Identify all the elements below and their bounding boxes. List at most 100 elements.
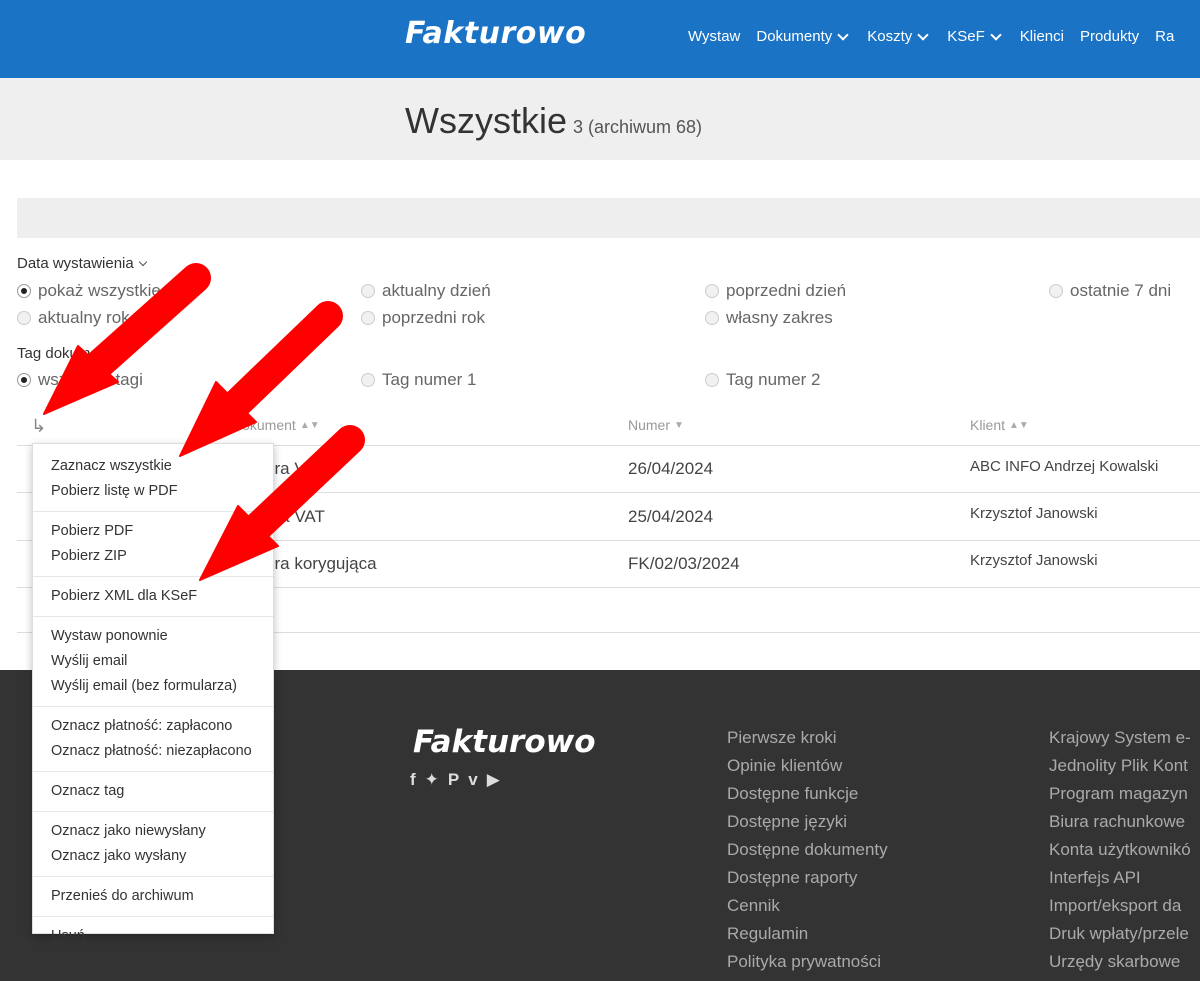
nav-label: Ra [1155,28,1175,45]
footer-link[interactable]: Polityka prywatności [727,952,888,980]
footer-link[interactable]: Dostępne języki [727,812,888,840]
menu-mark-unsent[interactable]: Oznacz jako niewysłany [33,819,273,844]
radio-dot [17,373,31,387]
pinterest-icon[interactable]: P [448,770,459,790]
top-navbar: Fakturowo Wystaw Dokumenty Koszty KSeF K… [0,0,1200,78]
page-title-text: Wszystkie [405,100,567,141]
menu-mark-unpaid[interactable]: Oznacz płatność: niezapłacono [33,739,273,764]
column-label: Klient [970,417,1006,433]
radio-custom-range[interactable]: własny zakres [705,308,833,328]
logo[interactable]: Fakturowo [405,16,586,51]
column-label: Dokument [232,417,296,433]
column-header-document[interactable]: Dokument ▲▼ [232,417,320,433]
footer-link[interactable]: Import/eksport da [1049,896,1191,924]
footer-link[interactable]: Krajowy System e- [1049,728,1191,756]
vimeo-icon[interactable]: v [468,770,477,790]
cell-number[interactable]: 26/04/2024 [628,459,713,479]
menu-download-ksef-xml[interactable]: Pobierz XML dla KSeF [33,584,273,609]
nav-dokumenty[interactable]: Dokumenty [756,28,851,45]
radio-current-year[interactable]: aktualny rok [17,308,130,328]
document-count: 3 (archiwum 68) [573,117,703,137]
nav-wystaw[interactable]: Wystaw [688,28,740,45]
radio-dot [1049,284,1063,298]
column-label: Numer [628,417,671,433]
footer-logo[interactable]: Fakturowo [413,724,596,760]
menu-send-email[interactable]: Wyślij email [33,649,273,674]
nav-label: Koszty [867,28,913,45]
menu-download-list-pdf[interactable]: Pobierz listę w PDF [33,479,273,504]
footer-link[interactable]: Program magazyn [1049,784,1191,812]
main-nav: Wystaw Dokumenty Koszty KSeF Klienci Pro… [688,28,1174,45]
radio-label: pokaż wszystkie [38,281,161,300]
footer-link[interactable]: Cennik [727,896,888,924]
bulk-select-caret-icon[interactable]: ↳ [31,416,46,437]
page-title: Wszystkie 3 (archiwum 68) [405,100,702,142]
menu-select-all[interactable]: Zaznacz wszystkie [33,454,273,479]
nav-raporty[interactable]: Ra [1155,28,1174,45]
cell-client[interactable]: Krzysztof Janowski [970,505,1098,522]
radio-tag-1[interactable]: Tag numer 1 [361,370,477,390]
footer-link[interactable]: Dostępne funkcje [727,784,888,812]
radio-previous-year[interactable]: poprzedni rok [361,308,485,328]
footer-link[interactable]: Urzędy skarbowe [1049,952,1191,980]
radio-dot [705,373,719,387]
cell-number[interactable]: FK/02/03/2024 [628,554,740,574]
footer-link[interactable]: Biura rachunkowe [1049,812,1191,840]
radio-tag-2[interactable]: Tag numer 2 [705,370,821,390]
menu-archive[interactable]: Przenieś do archiwum [33,884,273,909]
radio-label: własny zakres [726,308,833,327]
radio-label: poprzedni rok [382,308,486,327]
date-filter-label[interactable]: Data wystawienia [17,255,147,272]
chevron-down-icon [990,28,1002,41]
menu-mark-sent[interactable]: Oznacz jako wysłany [33,844,273,869]
tag-filter-label: Tag dokumentu [17,345,120,362]
menu-group: Usuń [33,924,273,956]
nav-produkty[interactable]: Produkty [1080,28,1139,45]
radio-previous-day[interactable]: poprzedni dzień [705,281,846,301]
radio-show-all[interactable]: pokaż wszystkie [17,281,161,301]
column-header-client[interactable]: Klient ▲▼ [970,417,1029,433]
radio-dot [361,373,375,387]
cell-client[interactable]: Krzysztof Janowski [970,552,1098,569]
radio-all-tags[interactable]: wszystkie tagi [17,370,143,390]
menu-send-email-no-form[interactable]: Wyślij email (bez formularza) [33,674,273,699]
nav-koszty[interactable]: Koszty [867,28,931,45]
footer-link[interactable]: Druk wpłaty/przele [1049,924,1191,952]
menu-reissue[interactable]: Wystaw ponownie [33,624,273,649]
footer-link[interactable]: Dostępne dokumenty [727,840,888,868]
filter-label-text: Tag dokumentu [17,345,120,362]
cell-number[interactable]: 25/04/2024 [628,507,713,527]
social-links: f ✦ P v ▶ [410,770,500,790]
nav-klienci[interactable]: Klienci [1020,28,1064,45]
menu-mark-tag[interactable]: Oznacz tag [33,779,273,804]
menu-download-pdf[interactable]: Pobierz PDF [33,519,273,544]
chevron-down-icon [138,257,147,267]
footer-link[interactable]: Konta użytkownikó [1049,840,1191,868]
cell-client[interactable]: ABC INFO Andrzej Kowalski [970,458,1158,475]
menu-group: Przenieś do archiwum [33,884,273,917]
footer-link[interactable]: Dostępne raporty [727,868,888,896]
footer-link[interactable]: Jednolity Plik Kont [1049,756,1191,784]
radio-label: poprzedni dzień [726,281,847,300]
nav-label: Wystaw [688,28,741,45]
facebook-icon[interactable]: f [410,770,416,790]
column-header-number[interactable]: Numer ▼ [628,417,684,433]
footer-link[interactable]: Opinie klientów [727,756,888,784]
menu-mark-paid[interactable]: Oznacz płatność: zapłacono [33,714,273,739]
radio-dot [705,311,719,325]
footer-link[interactable]: Interfejs API [1049,868,1191,896]
nav-ksef[interactable]: KSeF [947,28,1004,45]
footer-link[interactable]: Regulamin [727,924,888,952]
menu-delete[interactable]: Usuń [33,924,273,949]
menu-group: Oznacz płatność: zapłacono Oznacz płatno… [33,714,273,772]
filter-label-text: Data wystawienia [17,255,134,272]
nav-label: Klienci [1019,28,1064,45]
radio-current-day[interactable]: aktualny dzień [361,281,491,301]
radio-last-7-days[interactable]: ostatnie 7 dni [1049,281,1171,301]
nav-label: Dokumenty [756,28,833,45]
radio-dot [17,311,31,325]
youtube-icon[interactable]: ▶ [487,770,500,790]
footer-link[interactable]: Pierwsze kroki [727,728,888,756]
twitter-icon[interactable]: ✦ [425,770,439,790]
menu-download-zip[interactable]: Pobierz ZIP [33,544,273,569]
